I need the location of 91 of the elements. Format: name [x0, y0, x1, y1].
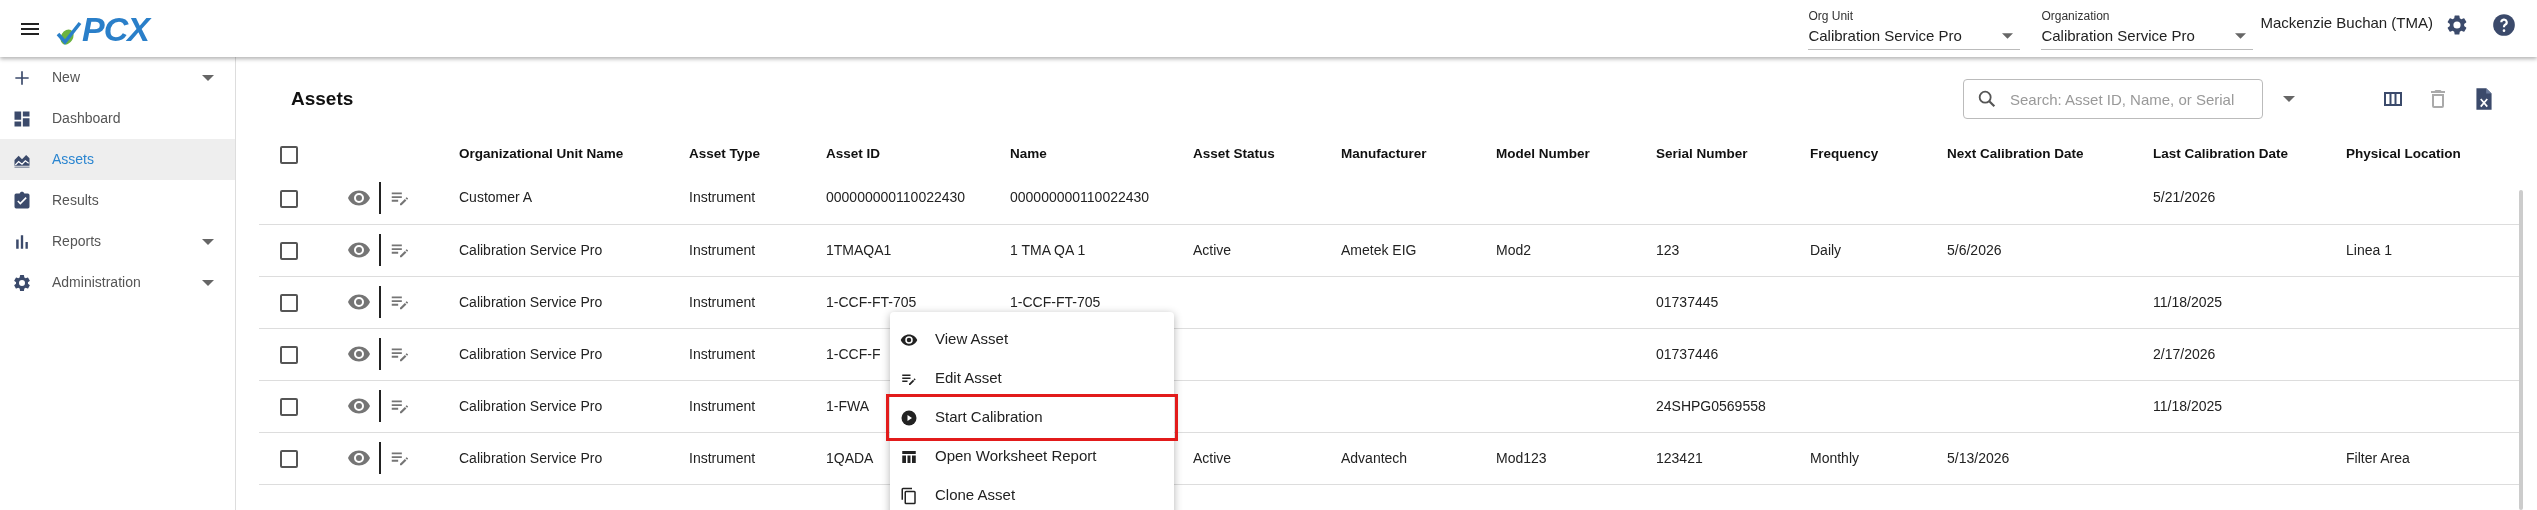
sidebar-item[interactable]: Results — [0, 180, 235, 221]
column-header[interactable]: Name — [1010, 137, 1193, 172]
table-cell: Instrument — [689, 345, 756, 362]
table-cell: Calibration Service Pro — [459, 345, 603, 362]
table-cell: Instrument — [689, 241, 756, 258]
table-cell: Advantech — [1341, 449, 1408, 466]
table-cell: 2/17/2026 — [2153, 345, 2216, 362]
field-label: Organization — [2041, 7, 2111, 25]
column-header[interactable]: Asset Status — [1193, 137, 1341, 172]
table-cell: Customer A — [459, 189, 533, 206]
column-header[interactable]: Organizational Unit Name — [459, 137, 689, 172]
column-header[interactable]: Model Number — [1496, 137, 1656, 172]
column-header[interactable]: Manufacturer — [1341, 137, 1496, 172]
table-cell: Active — [1193, 449, 1232, 466]
column-header[interactable]: Physical Location — [2346, 137, 2520, 172]
table-cell: Instrument — [689, 293, 756, 310]
table-cell: 000000000110022430 — [826, 189, 966, 206]
menu-item[interactable]: Start Calibration — [890, 398, 1174, 437]
table-cell: 1 TMA QA 1 — [1010, 241, 1086, 258]
table-cell: 5/21/2026 — [2153, 189, 2216, 206]
table-cell: Mod123 — [1496, 449, 1547, 466]
table-cell: Instrument — [689, 397, 756, 414]
checkbox[interactable] — [280, 345, 298, 364]
field-label: Org Unit — [1808, 7, 1855, 25]
menu-item[interactable]: View Asset — [890, 320, 1174, 359]
table-cell: Calibration Service Pro — [459, 449, 603, 466]
table-cell: Calibration Service Pro — [459, 397, 603, 414]
copy-icon — [900, 486, 918, 505]
table-cell: 1TMAQA1 — [826, 241, 892, 258]
clipboard-check-icon — [12, 190, 32, 211]
dropdown-caret-icon[interactable] — [2283, 96, 2295, 102]
table-cell: Daily — [1810, 241, 1842, 258]
table-cell: Mod2 — [1496, 241, 1532, 258]
sidebar-item[interactable]: Reports — [0, 221, 235, 262]
table-cell: Calibration Service Pro — [459, 241, 603, 258]
sidebar-item[interactable]: New — [0, 57, 235, 98]
select-field[interactable]: Organization Calibration Service Pro — [2041, 6, 2254, 51]
settings-icon[interactable] — [2445, 12, 2469, 37]
column-header[interactable]: Serial Number — [1656, 137, 1810, 172]
table-cell: Calibration Service Pro — [459, 293, 603, 310]
menu-item[interactable]: Clone Asset — [890, 476, 1174, 510]
column-header[interactable]: Asset Type — [689, 137, 826, 172]
table-cell: Filter Area — [2346, 449, 2410, 466]
table-cell: 1QADA — [826, 449, 874, 466]
page-title: Assets — [290, 86, 355, 111]
table-cell: Linea 1 — [2346, 241, 2392, 258]
checkbox[interactable] — [280, 449, 298, 468]
table-cell: 123 — [1656, 241, 1680, 258]
table-cell: 000000000110022430 — [1010, 189, 1150, 206]
table-cell: Monthly — [1810, 449, 1860, 466]
column-header[interactable]: Asset ID — [826, 137, 1010, 172]
table-cell: 1-FWA — [826, 397, 870, 414]
user-name: Mackenzie Buchan (TMA) — [2260, 13, 2433, 34]
table-cell: 123421 — [1656, 449, 1703, 466]
sidebar-item[interactable]: Dashboard — [0, 98, 235, 139]
menu-item[interactable]: Open Worksheet Report — [890, 437, 1174, 476]
column-header[interactable]: Frequency — [1810, 137, 1947, 172]
table-cell: Active — [1193, 241, 1232, 258]
table-cell: 1-CCF-FT-705 — [826, 293, 917, 310]
table-cell: 01737445 — [1656, 293, 1719, 310]
table-cell: 01737446 — [1656, 345, 1719, 362]
table-cell: 1-CCF-F — [826, 345, 881, 362]
menu-item[interactable]: Edit Asset — [890, 359, 1174, 398]
table-cell: Instrument — [689, 189, 756, 206]
table-cell: Instrument — [689, 449, 756, 466]
sidebar-item[interactable]: Administration — [0, 262, 235, 303]
column-header[interactable]: Next Calibration Date — [1947, 137, 2153, 172]
checkbox[interactable] — [280, 241, 298, 260]
play-icon — [900, 408, 918, 427]
table-cell: 1-CCF-FT-705 — [1010, 293, 1101, 310]
checkbox[interactable] — [280, 293, 298, 312]
table-cell: 5/13/2026 — [1947, 449, 2010, 466]
table-cell: 24SHPG0569558 — [1656, 397, 1766, 414]
table-cell: 11/18/2025 — [2153, 293, 2223, 310]
table-cell: Ametek EIG — [1341, 241, 1417, 258]
checkbox[interactable] — [280, 189, 298, 208]
column-header[interactable]: Last Calibration Date — [2153, 137, 2346, 172]
select-value: Calibration Service Pro — [1808, 25, 1962, 46]
scrollbar[interactable] — [2519, 190, 2523, 510]
search-field[interactable]: Search: Asset ID, Name, or Serial — [1963, 79, 2263, 119]
select-field[interactable]: Org Unit Calibration Service Pro — [1808, 6, 2021, 51]
checkbox[interactable] — [280, 397, 298, 416]
checkmark-leaf-icon — [56, 19, 82, 46]
help-icon[interactable] — [2491, 11, 2517, 38]
checkbox[interactable] — [280, 145, 298, 164]
select-value: Calibration Service Pro — [2041, 25, 2195, 46]
caret-icon — [2235, 33, 2247, 39]
settings-icon — [12, 272, 32, 293]
table-cell: 5/6/2026 — [1947, 241, 2002, 258]
table-cell: 11/18/2025 — [2153, 397, 2223, 414]
caret-icon — [2002, 33, 2014, 39]
